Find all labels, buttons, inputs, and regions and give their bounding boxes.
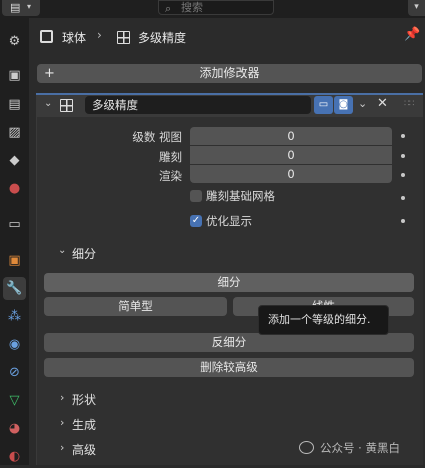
collapse-chevron-icon[interactable]: ⌄ (44, 98, 52, 109)
chevron-right-icon[interactable]: › (60, 441, 64, 454)
search-icon: ⌕ (165, 2, 172, 15)
add-modifier-label: 添加修改器 (199, 66, 260, 80)
keyframe-dot-icon[interactable] (401, 154, 405, 158)
physics-tab-icon[interactable]: ◉ (3, 333, 26, 356)
show-in-viewport-icon[interactable]: ▭ (314, 96, 333, 114)
render-levels-field[interactable]: 0 (190, 165, 392, 183)
object-tab-icon[interactable]: ▣ (3, 249, 26, 272)
editor-type-button[interactable]: ▤ ▾ (2, 0, 40, 16)
search-input[interactable]: ⌕ 搜索 (158, 0, 274, 15)
unsubdivide-button[interactable]: 反细分 (44, 333, 414, 352)
add-modifier-button[interactable]: + 添加修改器 (37, 64, 422, 83)
output-tab-icon[interactable]: ▤ (3, 93, 26, 116)
sculpt-base-mesh-label: 雕刻基础网格 (206, 189, 275, 203)
sculpt-levels-field[interactable]: 0 (190, 146, 392, 164)
subdivide-button[interactable]: 细分 (44, 273, 414, 292)
object-icon (40, 30, 53, 43)
wechat-logo-icon (299, 441, 314, 454)
delete-higher-button[interactable]: 删除较高级 (44, 358, 414, 377)
subpanel-shape[interactable]: 形状 (72, 391, 96, 408)
optimal-display-label: 优化显示 (206, 214, 252, 228)
keyframe-dot-icon[interactable] (401, 134, 405, 138)
sculpt-base-mesh-checkbox[interactable] (190, 190, 202, 202)
particles-tab-icon[interactable]: ⁂ (3, 305, 26, 328)
levels-viewport-label: 级数 视图 (132, 130, 182, 144)
tool-tab-icon[interactable]: ⚙ (3, 30, 26, 53)
scene-tab-icon[interactable]: ◆ (3, 149, 26, 172)
multires-icon (60, 99, 73, 112)
data-tab-icon[interactable]: ▽ (3, 389, 26, 412)
subpanel-generate[interactable]: 生成 (72, 416, 96, 433)
pin-icon[interactable]: 📌 (404, 27, 420, 42)
keyframe-dot-icon[interactable] (401, 219, 405, 223)
chevron-right-icon[interactable]: › (60, 416, 64, 429)
modifier-name-field[interactable]: 多级精度 (85, 96, 311, 114)
multires-icon (117, 31, 130, 44)
material-tab-icon[interactable]: ◕ (3, 417, 26, 440)
simple-button[interactable]: 简单型 (44, 297, 227, 316)
drag-handle-icon[interactable]: ∷∷ (404, 99, 415, 109)
view-layer-tab-icon[interactable]: ▨ (3, 121, 26, 144)
optimal-display-checkbox[interactable]: ✓ (190, 215, 202, 227)
options-chevron-button[interactable]: ▾ (408, 0, 425, 16)
subdivide-chevron-icon[interactable]: ⌄ (58, 245, 66, 256)
breadcrumb-separator-icon: › (97, 28, 102, 42)
render-tab-icon[interactable]: ▣ (3, 64, 26, 87)
constraints-tab-icon[interactable]: ⊘ (3, 361, 26, 384)
levels-viewport-field[interactable]: 0 (190, 127, 392, 145)
properties-editor-icon: ▤ (10, 1, 21, 14)
show-in-render-icon[interactable]: ◙ (334, 96, 353, 114)
collection-tab-icon[interactable]: ▭ (3, 213, 26, 236)
world-tab-icon[interactable]: ● (3, 177, 26, 200)
keyframe-dot-icon[interactable] (401, 173, 405, 177)
subpanel-advanced[interactable]: 高级 (72, 441, 96, 458)
plus-icon: + (44, 66, 55, 81)
modifier-menu-chevron-icon[interactable]: ⌄ (358, 97, 367, 110)
breadcrumb-modifier: 多级精度 (138, 31, 187, 45)
tooltip: 添加一个等级的细分. (258, 305, 389, 335)
sculpt-levels-label: 雕刻 (159, 150, 182, 164)
chevron-right-icon[interactable]: › (60, 391, 64, 404)
render-levels-label: 渲染 (159, 169, 182, 183)
properties-tab-bar: ⚙ ▣ ▤ ▨ ◆ ● ▭ ▣ 🔧 ⁂ ◉ ⊘ ▽ ◕ ◐ (0, 18, 29, 465)
chevron-down-icon: ▾ (27, 2, 32, 11)
search-placeholder: 搜索 (181, 1, 203, 14)
close-icon[interactable]: ✕ (377, 96, 388, 111)
keyframe-dot-icon[interactable] (401, 196, 405, 200)
modifier-tab-icon[interactable]: 🔧 (3, 277, 26, 300)
breadcrumb-object: 球体 (62, 31, 87, 45)
subdivide-section-title[interactable]: 细分 (72, 245, 96, 262)
watermark-text: 公众号 · 黄黑白 (320, 441, 400, 455)
